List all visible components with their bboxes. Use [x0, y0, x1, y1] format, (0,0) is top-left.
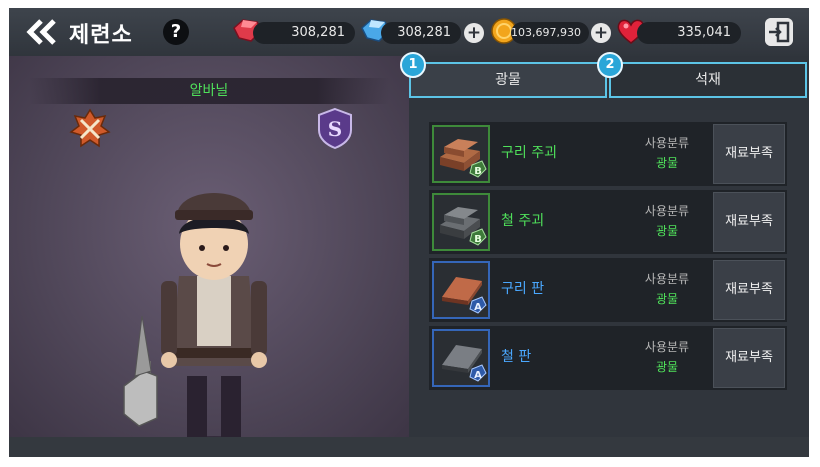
list-item[interactable]: B 철 주괴 사용분류 광물 재료부족	[429, 190, 787, 254]
category-label: 사용분류	[644, 204, 690, 218]
exit-icon[interactable]	[765, 18, 793, 46]
item-name: 철 주괴	[501, 213, 545, 229]
character-figure	[123, 193, 289, 457]
tab-stones-label: 석재	[695, 72, 721, 88]
tab-minerals-label: 광물	[495, 72, 521, 88]
crossed-swords-icon	[69, 108, 111, 148]
item-name: 구리 판	[501, 281, 545, 297]
iron-ingot-icon: B	[440, 207, 487, 246]
character-name: 알바닐	[29, 78, 389, 104]
item-name: 철 판	[501, 349, 532, 365]
item-thumbnail: B	[432, 193, 490, 251]
item-thumbnail: B	[432, 125, 490, 183]
svg-text:A: A	[474, 370, 482, 381]
add-gold-button[interactable]: +	[591, 23, 611, 43]
s-rank-shield-icon: S	[318, 107, 352, 150]
heart-count: 335,041	[637, 22, 741, 44]
back-chevron-icon[interactable]	[25, 18, 59, 46]
red-gem-count: 308,281	[253, 22, 355, 44]
insufficient-materials-button[interactable]: 재료부족	[713, 124, 785, 184]
svg-text:B: B	[474, 234, 482, 245]
list-item[interactable]: B 구리 주괴 사용분류 광물 재료부족	[429, 122, 787, 186]
item-name: 구리 주괴	[501, 145, 557, 161]
right-footer	[409, 437, 809, 457]
svg-text:A: A	[474, 302, 482, 313]
smelter-screen: 제련소 ? 308,281 308,281 + 103,697,930 + 33…	[9, 8, 809, 457]
copper-ingot-icon: B	[440, 139, 487, 178]
item-thumbnail: A	[432, 261, 490, 319]
help-button[interactable]: ?	[163, 19, 189, 45]
tab-stones[interactable]: 석재	[609, 62, 807, 98]
top-bar: 제련소 ? 308,281 308,281 + 103,697,930 + 33…	[9, 8, 809, 56]
svg-text:S: S	[328, 117, 342, 141]
category-value: 광물	[655, 292, 679, 306]
blue-gem-count: 308,281	[381, 22, 461, 44]
tab-minerals-badge: 1	[400, 52, 426, 78]
list-item[interactable]: A 구리 판 사용분류 광물 재료부족	[429, 258, 787, 322]
category-value: 광물	[655, 156, 679, 170]
insufficient-materials-button[interactable]: 재료부족	[713, 260, 785, 320]
left-footer	[9, 437, 409, 457]
category-label: 사용분류	[644, 136, 690, 150]
svg-text:B: B	[474, 166, 482, 177]
copper-plate-icon: A	[442, 277, 487, 314]
tab-stones-badge: 2	[597, 52, 623, 78]
insufficient-materials-button[interactable]: 재료부족	[713, 192, 785, 252]
tab-minerals[interactable]: 광물	[409, 62, 607, 98]
category-label: 사용분류	[644, 340, 690, 354]
category-tabs: 광물 1 석재 2	[400, 52, 809, 100]
iron-plate-icon: A	[442, 345, 487, 382]
add-blue-gem-button[interactable]: +	[464, 23, 484, 43]
category-value: 광물	[655, 360, 679, 374]
character-panel: 알바닐 S	[9, 56, 409, 457]
recipe-list: B 구리 주괴 사용분류 광물 재료부족 B 철 주괴 사용분류 광물 재료부족…	[409, 110, 809, 437]
gold-count: 103,697,930	[511, 22, 589, 44]
page-title: 제련소	[69, 23, 133, 48]
item-thumbnail: A	[432, 329, 490, 387]
insufficient-materials-button[interactable]: 재료부족	[713, 328, 785, 388]
list-item[interactable]: A 철 판 사용분류 광물 재료부족	[429, 326, 787, 390]
category-label: 사용분류	[644, 272, 690, 286]
category-value: 광물	[655, 224, 679, 238]
